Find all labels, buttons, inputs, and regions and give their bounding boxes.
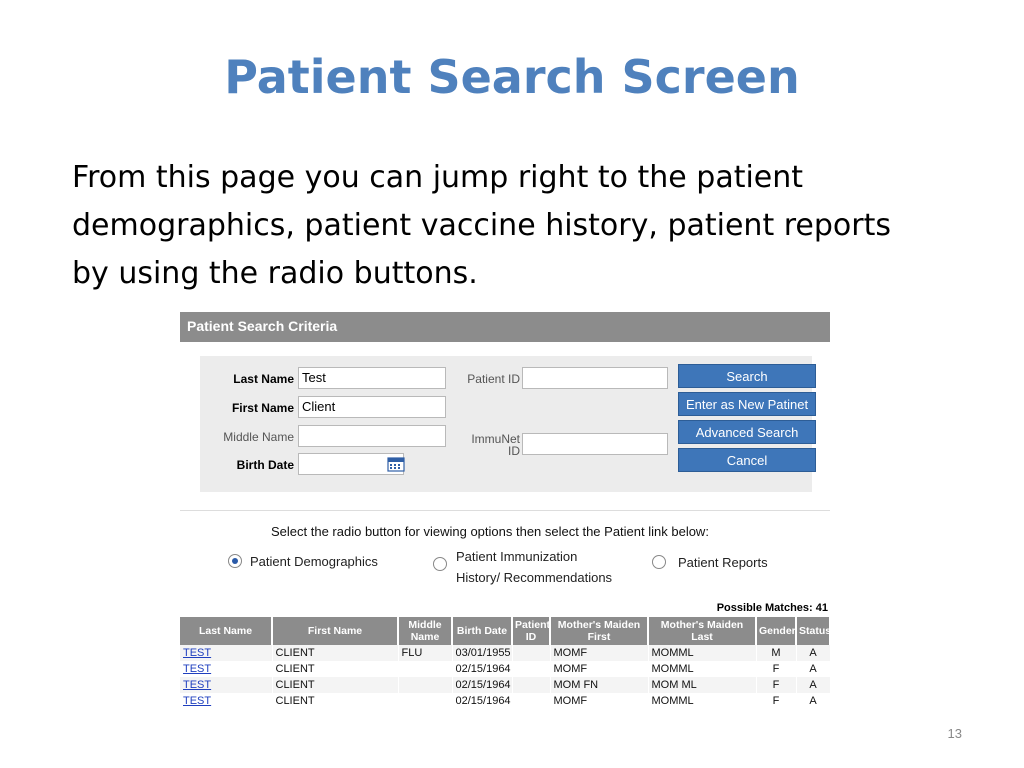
results-table: Last Name First Name Middle Name Birth D… [180,617,831,709]
radio-patient-demographics[interactable] [228,554,242,568]
options-instruction: Select the radio button for viewing opti… [271,524,709,539]
table-cell: MOMML [648,661,757,677]
table-cell: F [756,661,797,677]
patient-immunization-label: Patient Immunization [456,549,578,564]
table-cell: M [756,645,797,661]
patient-id-label: Patient ID [467,372,520,386]
first-name-label: First Name [231,401,294,415]
criteria-panel: Last Name Test First Name Client Middle … [200,356,816,492]
table-row: TEST CLIENT 02/15/1964 MOMF MOMML F A [180,693,831,709]
middle-name-label: Middle Name [223,430,294,444]
table-cell: 03/01/1955 [452,645,513,661]
table-cell: A [796,677,831,693]
table-cell: MOMML [648,645,757,661]
col-gender[interactable]: Gender [756,617,797,645]
patient-id-input[interactable] [522,367,668,389]
slide-title: Patient Search Screen [224,50,800,104]
table-cell: F [756,677,797,693]
table-cell [398,661,453,677]
calendar-icon[interactable] [387,456,405,472]
table-cell: CLIENT [272,677,399,693]
table-cell: CLIENT [272,693,399,709]
table-cell: MOM FN [550,677,649,693]
table-cell: 02/15/1964 [452,661,513,677]
cancel-button[interactable]: Cancel [678,448,816,472]
patient-link[interactable]: TEST [180,677,273,693]
table-cell: CLIENT [272,661,399,677]
search-button[interactable]: Search [678,364,816,388]
table-cell [512,645,551,661]
patient-search-screenshot: Patient Search Criteria Last Name Test F… [180,312,832,720]
table-cell: CLIENT [272,645,399,661]
table-row: TEST CLIENT 02/15/1964 MOM FN MOM ML F A [180,677,831,693]
first-name-input[interactable]: Client [298,396,446,418]
table-cell: MOMML [648,693,757,709]
patient-reports-label: Patient Reports [678,555,768,570]
table-cell: A [796,693,831,709]
table-cell [512,693,551,709]
table-cell: 02/15/1964 [452,677,513,693]
table-cell: MOM ML [648,677,757,693]
last-name-input[interactable]: Test [298,367,446,389]
new-patient-button[interactable]: Enter as New Patinet [678,392,816,416]
criteria-header: Patient Search Criteria [180,312,830,342]
table-cell: A [796,661,831,677]
table-cell: MOMF [550,693,649,709]
col-birth-date[interactable]: Birth Date [452,617,513,645]
table-cell: MOMF [550,645,649,661]
birth-date-label: Birth Date [236,458,294,472]
patient-link[interactable]: TEST [180,661,273,677]
table-cell: MOMF [550,661,649,677]
table-cell [512,661,551,677]
immunet-id-input[interactable] [522,433,668,455]
patient-link[interactable]: TEST [180,693,273,709]
table-cell [512,677,551,693]
table-row: TEST CLIENT FLU 03/01/1955 MOMF MOMML M … [180,645,831,661]
advanced-search-button[interactable]: Advanced Search [678,420,816,444]
col-patient-id[interactable]: Patient ID [512,617,551,645]
immunet-id-label: ID [508,444,520,458]
possible-matches: Possible Matches: 41 [716,602,828,614]
col-status[interactable]: Status [796,617,831,645]
table-cell: 02/15/1964 [452,693,513,709]
table-cell: F [756,693,797,709]
table-cell [398,693,453,709]
col-mother-maiden-last[interactable]: Mother's Maiden Last [648,617,757,645]
table-cell: A [796,645,831,661]
col-middle-name[interactable]: Middle Name [398,617,453,645]
table-cell [398,677,453,693]
table-cell: FLU [398,645,453,661]
last-name-label: Last Name [233,372,294,386]
slide-body-text: From this page you can jump right to the… [72,160,891,291]
results-header-row: Last Name First Name Middle Name Birth D… [180,617,831,645]
slide-number: 13 [947,726,962,741]
immunization-history-label: History/ Recommendations [456,570,613,585]
radio-patient-reports[interactable] [652,555,666,569]
middle-name-input[interactable] [298,425,446,447]
col-last-name[interactable]: Last Name [180,617,273,645]
radio-patient-immunization[interactable] [433,557,447,571]
col-first-name[interactable]: First Name [272,617,399,645]
table-row: TEST CLIENT 02/15/1964 MOMF MOMML F A [180,661,831,677]
patient-link[interactable]: TEST [180,645,273,661]
col-mother-maiden-first[interactable]: Mother's Maiden First [550,617,649,645]
patient-demographics-label: Patient Demographics [250,554,378,569]
